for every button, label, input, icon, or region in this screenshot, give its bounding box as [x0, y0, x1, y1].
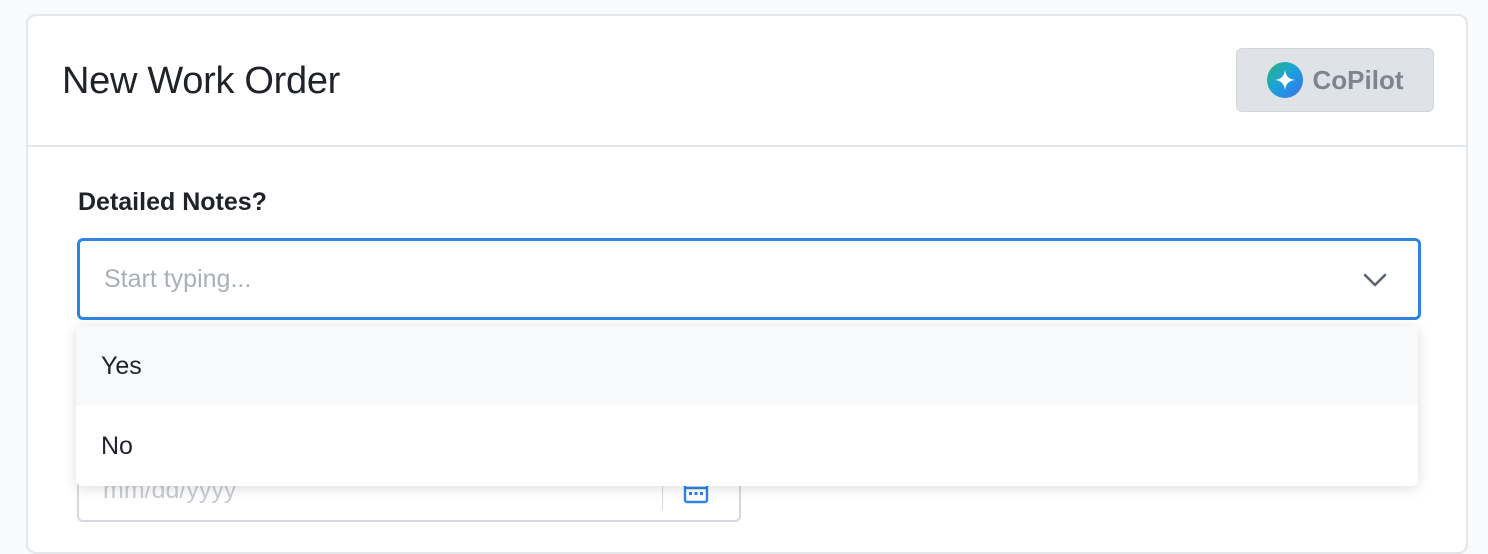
card-header: New Work Order CoPilot: [28, 16, 1466, 147]
detailed-notes-label: Detailed Notes?: [78, 188, 267, 216]
copilot-button-label: CoPilot: [1312, 64, 1404, 95]
page-title: New Work Order: [62, 60, 341, 102]
option-yes[interactable]: Yes: [76, 326, 1418, 406]
option-no[interactable]: No: [76, 406, 1418, 486]
chevron-down-icon[interactable]: [1360, 265, 1390, 295]
detailed-notes-select[interactable]: [77, 238, 1421, 320]
copilot-button[interactable]: CoPilot: [1236, 48, 1434, 112]
detailed-notes-input[interactable]: [104, 241, 1304, 317]
sparkle-icon: [1266, 62, 1303, 98]
detailed-notes-dropdown: Yes No: [76, 326, 1418, 486]
